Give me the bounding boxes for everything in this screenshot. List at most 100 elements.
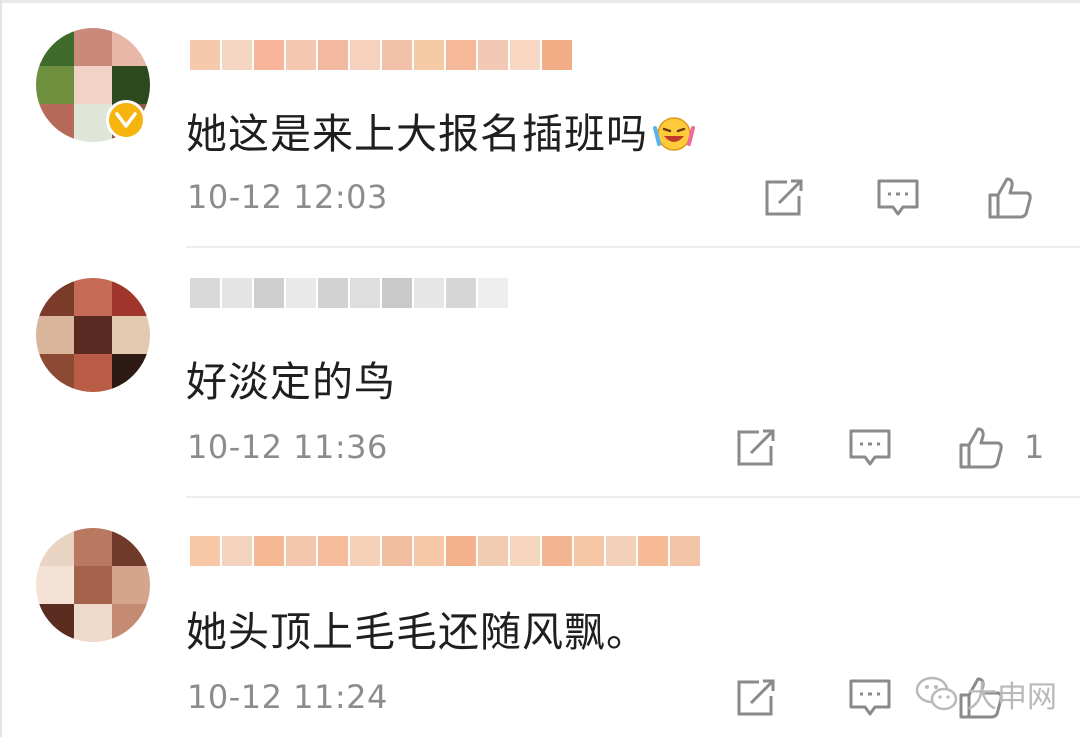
username-mosaic-block <box>414 278 444 308</box>
username-mosaic-block <box>254 40 284 70</box>
repost-icon <box>765 179 803 216</box>
avatar-mosaic-tile <box>74 28 112 66</box>
comment-time: 10-12 11:36 <box>187 428 388 466</box>
like-button[interactable] <box>958 426 1004 470</box>
username-mosaic-block <box>350 278 380 308</box>
comment-icon <box>849 679 891 716</box>
username-mosaic-block <box>478 40 508 70</box>
username-mosaic-block <box>318 536 348 566</box>
avatar-mosaic-tile <box>36 528 74 566</box>
thumbs-up-icon <box>988 177 1032 219</box>
avatar-mosaic-tile <box>112 278 150 316</box>
divider <box>186 246 1080 248</box>
avatar-mosaic-tile <box>36 604 74 642</box>
username-mosaic-block <box>382 536 412 566</box>
avatar-mosaic-tile <box>112 528 150 566</box>
comment-item: 她这是来上大报名插班吗 10-12 12:03 <box>0 0 1080 248</box>
username-mosaic-block <box>510 40 540 70</box>
avatar[interactable] <box>36 528 150 642</box>
username-mosaic-block <box>350 40 380 70</box>
avatar-mosaic-tile <box>74 528 112 566</box>
watermark: 大申网 <box>915 672 1057 716</box>
username-mosaic-block <box>350 536 380 566</box>
avatar-mosaic-tile <box>112 354 150 392</box>
avatar-mosaic-tile <box>112 604 150 642</box>
username-mosaic-block <box>574 536 604 566</box>
username-mosaic-block <box>542 40 572 70</box>
username-mosaic-block <box>510 536 540 566</box>
reply-button[interactable] <box>875 176 921 220</box>
username-mosaic-block <box>318 40 348 70</box>
avatar-mosaic-tile <box>36 28 74 66</box>
username[interactable] <box>190 530 702 572</box>
username-mosaic-block <box>478 278 508 308</box>
username-mosaic-block <box>254 536 284 566</box>
username-mosaic-block <box>190 40 220 70</box>
avatar-mosaic-tile <box>74 66 112 104</box>
comment-text: 她头顶上毛毛还随风飘。 <box>186 608 648 656</box>
username-mosaic-block <box>222 278 252 308</box>
username-mosaic-block <box>286 40 316 70</box>
username-mosaic-block <box>254 278 284 308</box>
avatar-mosaic-tile <box>112 566 150 604</box>
avatar-mosaic-tile <box>74 566 112 604</box>
avatar-mosaic-tile <box>36 354 74 392</box>
username-mosaic-block <box>446 278 476 308</box>
avatar-mosaic-tile <box>112 66 150 104</box>
username-mosaic-block <box>638 536 668 566</box>
repost-button[interactable] <box>761 176 807 220</box>
username[interactable] <box>190 34 574 76</box>
avatar-mosaic-tile <box>74 604 112 642</box>
username-mosaic-block <box>670 536 700 566</box>
avatar-mosaic-tile <box>74 316 112 354</box>
comment-icon <box>877 179 919 216</box>
repost-button[interactable] <box>733 676 779 720</box>
username-mosaic-block <box>382 278 412 308</box>
repost-icon <box>737 679 775 716</box>
comment-text-content: 她这是来上大报名插班吗 <box>186 110 648 158</box>
comment-item: 好淡定的鸟 10-12 11:36 1 <box>0 250 1080 498</box>
avatar-mosaic-tile <box>36 316 74 354</box>
username-mosaic-block <box>446 536 476 566</box>
username-mosaic-block <box>190 278 220 308</box>
username-mosaic-block <box>222 40 252 70</box>
username-mosaic-block <box>446 40 476 70</box>
like-count: 1 <box>1024 428 1045 466</box>
username-mosaic-block <box>606 536 636 566</box>
username-mosaic-block <box>318 278 348 308</box>
username[interactable] <box>190 272 510 314</box>
like-button[interactable] <box>987 176 1033 220</box>
reply-button[interactable] <box>847 426 893 470</box>
username-mosaic-block <box>478 536 508 566</box>
username-mosaic-block <box>382 40 412 70</box>
comment-icon <box>849 429 891 466</box>
thumbs-up-icon <box>959 427 1003 469</box>
comment-text: 她这是来上大报名插班吗 <box>186 100 696 164</box>
avatar-mosaic-tile <box>112 316 150 354</box>
divider <box>186 496 1080 498</box>
comment-time: 10-12 11:24 <box>187 678 388 716</box>
avatar-mosaic-tile <box>36 104 74 142</box>
username-mosaic-block <box>286 536 316 566</box>
avatar[interactable] <box>36 278 150 392</box>
avatar-mosaic-tile <box>112 28 150 66</box>
wechat-icon <box>915 676 958 711</box>
repost-button[interactable] <box>733 426 779 470</box>
avatar-mosaic-tile <box>36 66 74 104</box>
username-mosaic-block <box>414 536 444 566</box>
comment-text: 好淡定的鸟 <box>186 358 396 406</box>
reply-button[interactable] <box>847 676 893 720</box>
laugh-cry-emoji-icon <box>652 114 696 164</box>
username-mosaic-block <box>222 536 252 566</box>
username-mosaic-block <box>286 278 316 308</box>
avatar-mosaic-tile <box>74 354 112 392</box>
avatar-mosaic-tile <box>36 278 74 316</box>
username-mosaic-block <box>190 536 220 566</box>
username-mosaic-block <box>414 40 444 70</box>
watermark-text: 大申网 <box>967 680 1057 715</box>
verified-badge-icon <box>106 100 146 140</box>
avatar-mosaic-tile <box>36 566 74 604</box>
username-mosaic-block <box>542 536 572 566</box>
avatar-mosaic-tile <box>74 278 112 316</box>
comment-time: 10-12 12:03 <box>187 178 388 216</box>
